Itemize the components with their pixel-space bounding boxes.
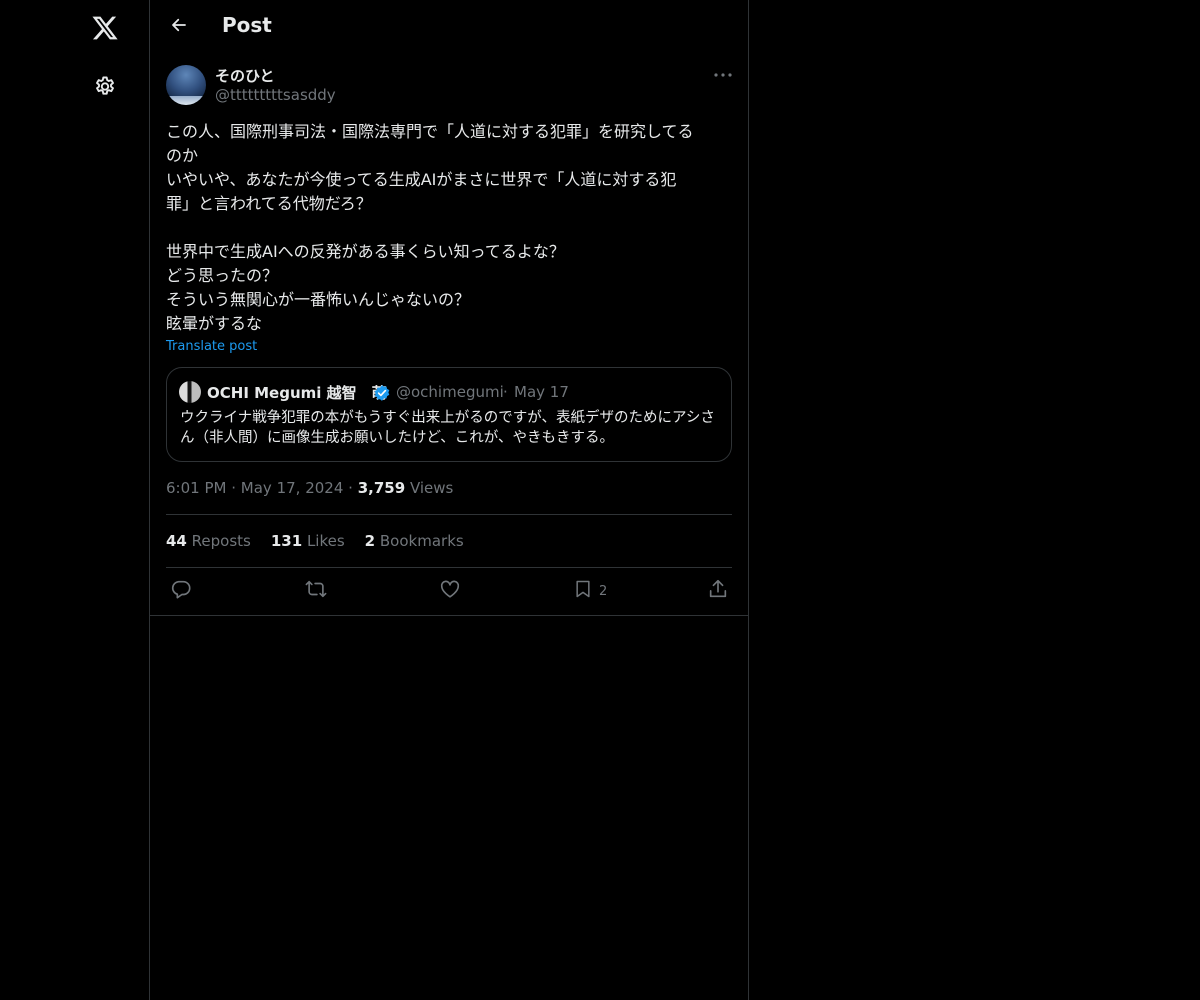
quoted-post[interactable]: OCHI Megumi 越智 萌 @ochimegumi · May 17 ウク…: [166, 367, 732, 462]
bookmark-icon: [573, 578, 593, 604]
post-stats: 44 Reposts 131 Likes 2 Bookmarks: [166, 532, 484, 550]
quote-date: May 17: [514, 383, 569, 401]
quote-separator: ·: [503, 383, 508, 401]
share-button[interactable]: [707, 579, 729, 603]
reply-button[interactable]: [170, 579, 192, 603]
likes-stat[interactable]: 131 Likes: [271, 532, 345, 550]
page-title: Post: [222, 13, 272, 37]
like-button[interactable]: [439, 579, 461, 603]
bookmark-button[interactable]: 2: [573, 579, 607, 603]
repost-icon: [304, 578, 328, 604]
heart-icon: [439, 578, 461, 604]
reposts-stat[interactable]: 44 Reposts: [166, 532, 251, 550]
x-logo-icon[interactable]: [80, 3, 130, 53]
author-handle[interactable]: @tttttttttsasddy: [215, 86, 336, 104]
quote-avatar: [179, 381, 201, 403]
views-count: 3,759: [357, 479, 406, 497]
page-header: Post: [150, 0, 748, 54]
post-date[interactable]: May 17, 2024: [241, 479, 344, 497]
divider: [166, 514, 732, 515]
bookmark-action-count: 2: [599, 583, 608, 599]
bookmarks-stat[interactable]: 2 Bookmarks: [365, 532, 464, 550]
likes-count: 131: [270, 532, 303, 550]
main-column: Post そのひと @tttttttttsasddy この人、国際刑事司法・国際…: [149, 0, 749, 1000]
share-icon: [707, 578, 729, 604]
avatar[interactable]: [166, 65, 206, 105]
reposts-count: 44: [166, 532, 187, 550]
arrow-left-icon: [170, 16, 188, 38]
meta-separator: ·: [348, 479, 353, 497]
meta-separator: ·: [231, 479, 237, 497]
views-label: Views: [409, 479, 454, 497]
post-metadata: 6:01 PM · May 17, 2024 · 3,759 Views: [166, 479, 453, 497]
post-time[interactable]: 6:01 PM: [166, 479, 226, 497]
verified-badge-icon: [373, 384, 391, 402]
more-horizontal-icon: [710, 69, 736, 88]
back-button[interactable]: [162, 10, 196, 44]
quote-author-name: OCHI Megumi 越智 萌: [207, 384, 387, 402]
gear-icon[interactable]: [80, 62, 130, 112]
author-display-name[interactable]: そのひと: [215, 65, 275, 86]
likes-label: Likes: [306, 532, 345, 550]
quote-author-handle: @ochimegumi: [396, 383, 504, 401]
reposts-label: Reposts: [191, 532, 251, 550]
quote-text: ウクライナ戦争犯罪の本がもうすぐ出来上がるのですが、表紙デザのためにアシさん（非…: [180, 410, 715, 446]
translate-post-link[interactable]: Translate post: [166, 339, 257, 354]
reply-icon: [170, 578, 192, 604]
left-nav: [0, 0, 149, 1000]
more-options-button[interactable]: [710, 66, 736, 84]
post-text: この人、国際刑事司法・国際法専門で「人道に対する犯罪」を研究してる のか いやい…: [166, 122, 694, 333]
action-bar: 2: [150, 567, 748, 616]
bookmarks-count: 2: [364, 532, 376, 550]
repost-button[interactable]: [304, 579, 328, 603]
bookmarks-label: Bookmarks: [379, 532, 464, 550]
